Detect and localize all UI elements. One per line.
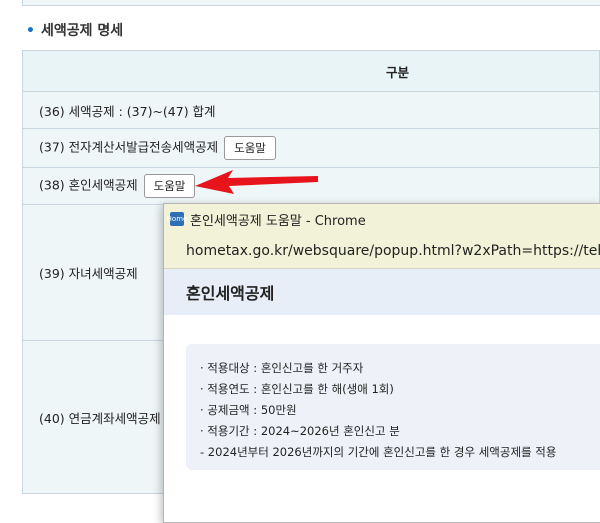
popup-titlebar[interactable]: Home 혼인세액공제 도움말 - Chrome — [164, 204, 600, 234]
info-item: · 적용연도 : 혼인신고를 한 해(생애 1회) — [200, 382, 394, 396]
popup-url[interactable]: hometax.go.kr/websquare/popup.html?w2xPa… — [186, 243, 600, 259]
section-title: • 세액공제 명세 — [26, 20, 123, 40]
info-item: · 공제금액 : 50만원 — [200, 403, 297, 417]
row-label: (37) 전자계산서발급전송세액공제 — [39, 139, 219, 155]
info-item: · 적용기간 : 2024~2026년 혼인신고 분 — [200, 424, 400, 438]
table-header: 구분 — [22, 50, 600, 92]
row-36: (36) 세액공제 : (37)~(47) 합계 — [22, 91, 600, 129]
section-title-text: 세액공제 명세 — [40, 23, 124, 39]
info-item: - 2024년부터 2026년까지의 기간에 혼인신고를 한 경우 세액공제를 … — [200, 445, 557, 459]
bullet-icon: • — [26, 23, 35, 39]
row-label: (40) 연금계좌세액공제 — [39, 410, 161, 426]
popup-window-title: 혼인세액공제 도움말 - Chrome — [190, 213, 366, 229]
row-label: (39) 자녀세액공제 — [39, 266, 138, 281]
row-37: (37) 전자계산서발급전송세액공제 도움말 — [22, 128, 600, 168]
row-label: (38) 혼인세액공제 — [39, 177, 138, 193]
hometax-favicon-icon: Home — [167, 212, 187, 226]
help-button-37[interactable]: 도움말 — [224, 136, 276, 160]
info-item: · 적용대상 : 혼인신고를 한 거주자 — [200, 361, 364, 375]
popup-heading: 혼인세액공제 — [164, 269, 600, 315]
popup-info-box: · 적용대상 : 혼인신고를 한 거주자 · 적용연도 : 혼인신고를 한 해(… — [186, 344, 600, 470]
help-button-38[interactable]: 도움말 — [143, 174, 196, 198]
popup-urlbar[interactable]: hometax.go.kr/websquare/popup.html?w2xPa… — [164, 234, 600, 269]
row-38: (38) 혼인세액공제 도움말 — [22, 167, 600, 205]
help-popup-window: Home 혼인세액공제 도움말 - Chrome hometax.go.kr/w… — [163, 203, 600, 523]
previous-table-edge — [22, 0, 600, 6]
row-label: (36) 세액공제 : (37)~(47) 합계 — [39, 103, 216, 119]
